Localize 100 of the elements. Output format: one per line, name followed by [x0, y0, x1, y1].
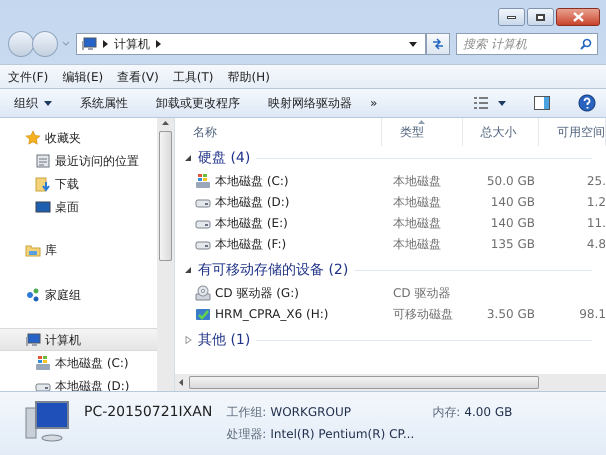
drive-row[interactable]: 本地磁盘 (E:) 本地磁盘 140 GB 11. — [175, 212, 606, 233]
refresh-button[interactable] — [426, 33, 450, 55]
free-space: 1.2 — [586, 194, 606, 210]
drive-name: 本地磁盘 (C:) — [215, 172, 289, 190]
total-size: 50.0 GB — [486, 172, 535, 190]
free-space: 4.8 — [586, 236, 606, 252]
menu-item[interactable]: 工具(T) — [172, 68, 214, 86]
toolbar-button[interactable]: 映射网络驱动器 — [268, 94, 352, 112]
detail-label: 处理器: — [226, 426, 266, 443]
desktop-icon — [35, 198, 51, 214]
more-button[interactable]: » — [370, 94, 378, 112]
download-folder-icon — [35, 176, 51, 192]
nav-item[interactable]: 本地磁盘 (C:) — [0, 351, 157, 374]
address-bar[interactable]: 计算机 — [76, 33, 426, 55]
nav-item[interactable]: 家庭组 — [0, 283, 157, 306]
search-icon — [580, 38, 592, 50]
drive-row[interactable]: HRM_CPRA_X6 (H:) 可移动磁盘 3.50 GB 98.1 — [175, 303, 606, 324]
preview-pane-icon[interactable] — [534, 96, 550, 110]
drive-type: 本地磁盘 — [392, 236, 442, 252]
star-icon — [25, 130, 41, 146]
horizontal-scrollbar[interactable] — [175, 374, 606, 391]
scroll-thumb[interactable] — [189, 376, 539, 389]
toolbar-button[interactable]: 系统属性 — [80, 94, 128, 112]
help-icon[interactable] — [578, 94, 596, 112]
drive-row[interactable]: CD 驱动器 (G:) CD 驱动器 — [175, 282, 606, 303]
drive-row[interactable]: 本地磁盘 (C:) 本地磁盘 50.0 GB 25. — [175, 170, 606, 191]
windows-drive-icon — [195, 172, 211, 188]
free-space: 11. — [586, 214, 606, 232]
dropdown-icon[interactable] — [498, 100, 506, 106]
maximize-button[interactable] — [527, 8, 554, 26]
total-size: 3.50 GB — [486, 306, 535, 322]
refresh-icon — [431, 38, 445, 50]
toolbar-button[interactable]: 组织 — [14, 94, 52, 112]
collapse-icon[interactable] — [185, 266, 192, 274]
nav-item[interactable]: 本地磁盘 (D:) — [0, 374, 157, 391]
dropdown-icon — [44, 100, 52, 106]
nav-item[interactable]: 库 — [0, 238, 157, 261]
group-heading[interactable]: 其他 (1) — [198, 330, 250, 350]
drive-row[interactable]: 本地磁盘 (F:) 本地磁盘 135 GB 4.8 — [175, 233, 606, 254]
detail-value: WORKGROUP — [270, 404, 351, 421]
nav-item[interactable]: 最近访问的位置 — [0, 149, 157, 172]
drive-name: 本地磁盘 (D:) — [215, 194, 290, 210]
computer-icon — [81, 36, 97, 52]
computer-name: PC-20150721IXAN — [84, 403, 212, 422]
detail-value: Intel(R) Pentium(R) CP... — [270, 426, 414, 443]
total-size: 140 GB — [490, 194, 535, 210]
column-header[interactable]: 总大小 — [462, 118, 539, 146]
detail-label: 内存: — [432, 404, 460, 421]
nav-item[interactable]: 桌面 — [0, 195, 157, 218]
drive-name: 本地磁盘 (F:) — [215, 236, 286, 252]
sort-icon — [418, 120, 426, 124]
homegroup-icon — [25, 286, 41, 302]
scroll-up-icon — [162, 121, 169, 125]
windows-drive-icon — [35, 354, 51, 370]
total-size: 135 GB — [490, 236, 535, 252]
scroll-thumb[interactable] — [159, 131, 172, 261]
menu-item[interactable]: 编辑(E) — [62, 68, 104, 86]
nav-item[interactable]: 计算机 — [0, 328, 157, 351]
drive-row[interactable]: 本地磁盘 (D:) 本地磁盘 140 GB 1.2 — [175, 191, 606, 212]
toolbar-button[interactable]: 卸载或更改程序 — [156, 94, 240, 112]
drive-name: 本地磁盘 (E:) — [215, 214, 288, 232]
vertical-scrollbar[interactable] — [157, 118, 174, 391]
free-space: 25. — [586, 172, 606, 190]
view-options-icon[interactable] — [474, 97, 488, 109]
chevron-icon — [103, 40, 108, 48]
column-header[interactable]: 名称 — [175, 118, 382, 146]
collapse-icon[interactable] — [185, 154, 192, 162]
computer-icon — [25, 332, 41, 348]
column-header[interactable]: 可用空间 — [539, 118, 606, 146]
total-size: 140 GB — [490, 214, 535, 232]
cd-drive-icon — [195, 284, 211, 300]
group-heading[interactable]: 有可移动存储的设备 (2) — [198, 260, 348, 280]
nav-item[interactable]: 收藏夹 — [0, 126, 157, 149]
column-header[interactable]: 类型 — [382, 118, 462, 146]
drive-name: HRM_CPRA_X6 (H:) — [215, 306, 328, 322]
menu-item[interactable]: 文件(F) — [8, 68, 48, 86]
free-space: 98.1 — [579, 306, 606, 322]
drive-type: 本地磁盘 — [392, 194, 442, 210]
detail-value: 4.00 GB — [464, 404, 512, 421]
expand-icon[interactable] — [185, 336, 192, 344]
drive-type: 本地磁盘 — [392, 214, 442, 232]
search-field[interactable]: 搜索 计算机 — [456, 33, 598, 55]
close-icon — [572, 12, 584, 22]
detail-label: 工作组: — [226, 404, 266, 421]
recent-places-icon — [35, 152, 51, 168]
computer-icon — [24, 400, 70, 444]
menu-item[interactable]: 帮助(H) — [228, 68, 270, 86]
chevron-icon — [156, 40, 161, 48]
drive-name: CD 驱动器 (G:) — [215, 284, 299, 302]
breadcrumb[interactable]: 计算机 — [114, 35, 150, 53]
group-heading[interactable]: 硬盘 (4) — [198, 148, 250, 168]
drive-type: 可移动磁盘 — [392, 306, 454, 322]
scroll-left-icon — [179, 379, 183, 386]
nav-item[interactable]: 下载 — [0, 172, 157, 195]
drive-type: CD 驱动器 — [392, 284, 452, 302]
minimize-button[interactable] — [498, 8, 525, 26]
drive-type: 本地磁盘 — [392, 172, 442, 190]
menu-item[interactable]: 查看(V) — [117, 68, 159, 86]
dropdown-icon[interactable] — [409, 42, 417, 46]
close-button[interactable] — [556, 8, 600, 26]
